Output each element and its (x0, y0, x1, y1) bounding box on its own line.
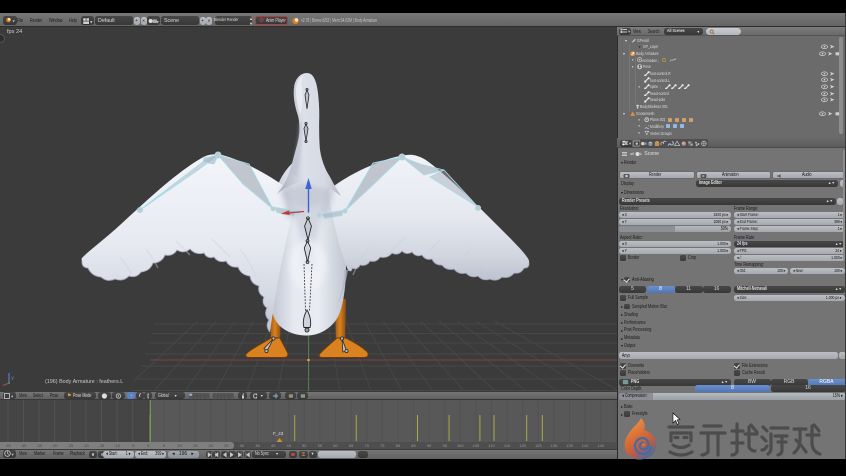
svg-text:30: 30 (240, 443, 245, 448)
svg-text:-30: -30 (52, 443, 59, 448)
svg-text:5: 5 (163, 443, 166, 448)
svg-text:125: 125 (535, 443, 542, 448)
svg-text:45: 45 (286, 443, 291, 448)
svg-text:▾: ▾ (13, 19, 16, 24)
svg-text:▾: ▾ (628, 29, 630, 34)
svg-text:20: 20 (208, 443, 213, 448)
svg-text:110: 110 (488, 443, 495, 448)
svg-text:100: 100 (457, 443, 464, 448)
svg-text:140: 140 (582, 443, 589, 448)
svg-text:120: 120 (519, 443, 526, 448)
svg-text:▾: ▾ (11, 394, 14, 399)
svg-text:95: 95 (442, 443, 447, 448)
svg-text:-35: -35 (36, 443, 43, 448)
svg-text:70: 70 (364, 443, 369, 448)
svg-text:60: 60 (333, 443, 338, 448)
svg-text:50: 50 (302, 443, 307, 448)
svg-text:55: 55 (318, 443, 323, 448)
svg-text:▾: ▾ (90, 19, 93, 25)
svg-text:80: 80 (396, 443, 401, 448)
svg-text:90: 90 (427, 443, 432, 448)
svg-text:145: 145 (597, 443, 604, 448)
svg-text:-15: -15 (99, 443, 106, 448)
svg-text:-10: -10 (114, 443, 121, 448)
svg-text:15: 15 (193, 443, 198, 448)
svg-text:35: 35 (255, 443, 260, 448)
svg-text:0: 0 (147, 443, 150, 448)
svg-text:115: 115 (504, 443, 511, 448)
svg-text:-5: -5 (131, 443, 135, 448)
svg-text:130: 130 (551, 443, 558, 448)
svg-text:40: 40 (271, 443, 276, 448)
svg-text:25: 25 (224, 443, 229, 448)
svg-text:-25: -25 (67, 443, 74, 448)
svg-text:-40: -40 (21, 443, 28, 448)
svg-text:10: 10 (177, 443, 182, 448)
svg-text:▾: ▾ (12, 452, 15, 457)
svg-text:105: 105 (473, 443, 480, 448)
svg-text:75: 75 (380, 443, 385, 448)
svg-text:65: 65 (349, 443, 354, 448)
svg-text:-20: -20 (83, 443, 90, 448)
svg-text:85: 85 (411, 443, 416, 448)
svg-text:y: y (12, 375, 15, 380)
svg-text:-45: -45 (5, 443, 12, 448)
svg-text:135: 135 (566, 443, 573, 448)
svg-text:▾: ▾ (156, 19, 159, 25)
